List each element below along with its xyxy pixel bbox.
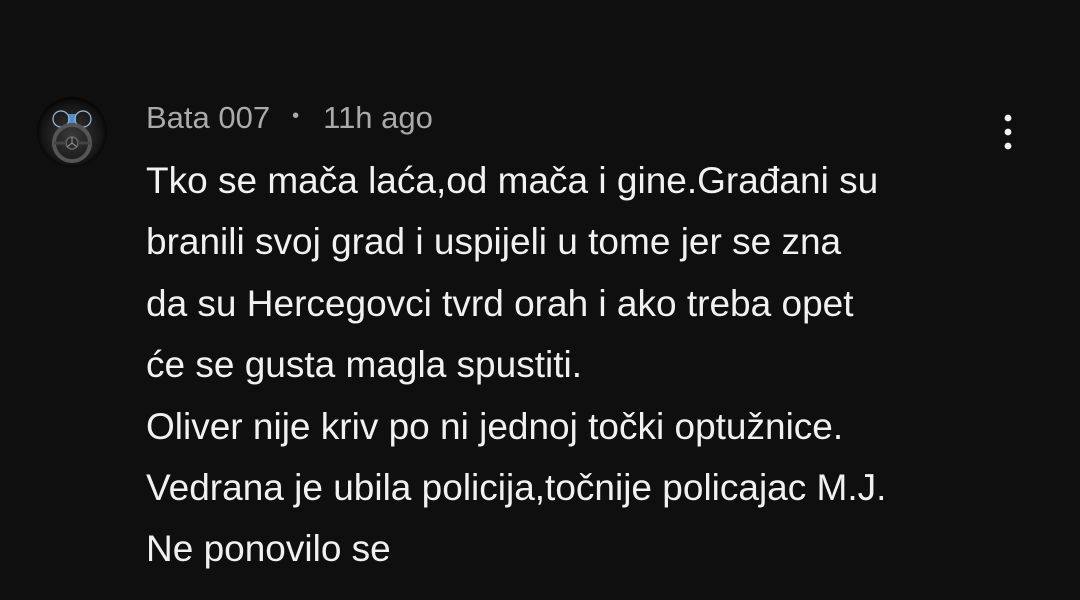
more-vertical-icon bbox=[1004, 114, 1012, 150]
dashboard-avatar-icon bbox=[52, 110, 92, 163]
author-avatar[interactable] bbox=[37, 97, 107, 167]
comment-text-line: će se gusta magla spustiti. bbox=[146, 344, 582, 386]
comment-header: Bata 007 • 11h ago bbox=[146, 98, 433, 138]
comment-text-line: da su Hercegovci tvrd orah i ako treba o… bbox=[146, 282, 854, 324]
comment-text-line: Ne ponovilo se bbox=[146, 528, 391, 570]
meta-separator: • bbox=[292, 104, 300, 127]
comment-text-line: Vedrana je ubila policija,točnije polica… bbox=[146, 467, 887, 509]
comment-text-line: branili svoj grad i uspijeli u tome jer … bbox=[146, 221, 842, 263]
more-options-button[interactable] bbox=[990, 108, 1026, 156]
comment-text: Tko se mača laća,od mača i gine.Građani … bbox=[146, 150, 1026, 580]
comment-item: Bata 007 • 11h ago Tko se mača laća,od m… bbox=[0, 0, 1080, 600]
comment-text-line: Oliver nije kriv po ni jednoj točki optu… bbox=[146, 405, 844, 447]
comment-timestamp: 11h ago bbox=[323, 100, 433, 135]
comment-text-line: Tko se mača laća,od mača i gine.Građani … bbox=[146, 160, 879, 201]
author-name[interactable]: Bata 007 bbox=[146, 100, 270, 136]
